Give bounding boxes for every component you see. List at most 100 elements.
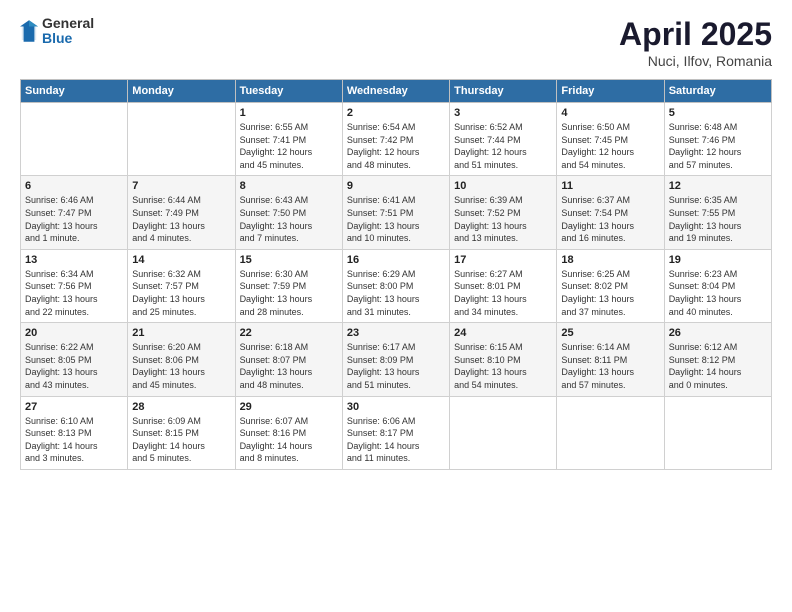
calendar-cell: 4Sunrise: 6:50 AMSunset: 7:45 PMDaylight… xyxy=(557,103,664,176)
day-info: Sunrise: 6:55 AMSunset: 7:41 PMDaylight:… xyxy=(240,121,338,171)
logo-blue-text: Blue xyxy=(42,31,94,46)
col-header-tuesday: Tuesday xyxy=(235,80,342,103)
day-info: Sunrise: 6:25 AMSunset: 8:02 PMDaylight:… xyxy=(561,268,659,318)
calendar-cell: 10 Sunrise: 6:39 AMSunset: 7:52 PMDayligh… xyxy=(450,176,557,249)
day-number: 6 xyxy=(25,180,123,192)
day-number: 23 xyxy=(347,327,445,339)
day-number: 24 xyxy=(454,327,552,339)
calendar-cell: 5 Sunrise: 6:48 AMSunset: 7:46 PMDaylight… xyxy=(664,103,771,176)
calendar-cell: 15 Sunrise: 6:30 AMSunset: 7:59 PMDayligh… xyxy=(235,249,342,322)
day-number: 2 xyxy=(347,107,445,119)
day-number: 3 xyxy=(454,107,552,119)
day-number: 10 xyxy=(454,180,552,192)
day-number: 26 xyxy=(669,327,767,339)
calendar-cell: 6Sunrise: 6:46 AMSunset: 7:47 PMDaylight… xyxy=(21,176,128,249)
day-number: 14 xyxy=(132,254,230,266)
day-number: 28 xyxy=(132,401,230,413)
calendar-cell: 8 Sunrise: 6:43 AMSunset: 7:50 PMDaylight… xyxy=(235,176,342,249)
calendar-cell: 14 Sunrise: 6:32 AMSunset: 7:57 PMDayligh… xyxy=(128,249,235,322)
day-number: 7 xyxy=(132,180,230,192)
calendar-header-row: SundayMondayTuesdayWednesdayThursdayFrid… xyxy=(21,80,772,103)
calendar-cell xyxy=(557,396,664,469)
day-info: Sunrise: 6:09 AMSunset: 8:15 PMDaylight:… xyxy=(132,415,230,465)
calendar-week-1: 1 Sunrise: 6:55 AMSunset: 7:41 PMDaylight… xyxy=(21,103,772,176)
day-info: Sunrise: 6:39 AMSunset: 7:52 PMDaylight:… xyxy=(454,194,552,244)
calendar-week-4: 20 Sunrise: 6:22 AMSunset: 8:05 PMDayligh… xyxy=(21,323,772,396)
day-info: Sunrise: 6:50 AMSunset: 7:45 PMDaylight:… xyxy=(561,121,659,171)
day-info: Sunrise: 6:41 AMSunset: 7:51 PMDaylight:… xyxy=(347,194,445,244)
logo: General Blue xyxy=(20,16,94,47)
calendar-cell: 7 Sunrise: 6:44 AMSunset: 7:49 PMDaylight… xyxy=(128,176,235,249)
calendar-cell: 17Sunrise: 6:27 AMSunset: 8:01 PMDayligh… xyxy=(450,249,557,322)
day-number: 5 xyxy=(669,107,767,119)
day-number: 11 xyxy=(561,180,659,192)
calendar-cell xyxy=(21,103,128,176)
day-number: 22 xyxy=(240,327,338,339)
calendar-cell: 30Sunrise: 6:06 AMSunset: 8:17 PMDayligh… xyxy=(342,396,449,469)
calendar-cell: 22 Sunrise: 6:18 AMSunset: 8:07 PMDayligh… xyxy=(235,323,342,396)
header: General Blue April 2025 Nuci, Ilfov, Rom… xyxy=(20,16,772,69)
page: General Blue April 2025 Nuci, Ilfov, Rom… xyxy=(0,0,792,612)
day-info: Sunrise: 6:22 AMSunset: 8:05 PMDaylight:… xyxy=(25,341,123,391)
day-number: 8 xyxy=(240,180,338,192)
calendar-location: Nuci, Ilfov, Romania xyxy=(619,53,772,69)
day-info: Sunrise: 6:54 AMSunset: 7:42 PMDaylight:… xyxy=(347,121,445,171)
day-info: Sunrise: 6:30 AMSunset: 7:59 PMDaylight:… xyxy=(240,268,338,318)
calendar-cell: 29 Sunrise: 6:07 AMSunset: 8:16 PMDayligh… xyxy=(235,396,342,469)
day-number: 17 xyxy=(454,254,552,266)
day-info: Sunrise: 6:52 AMSunset: 7:44 PMDaylight:… xyxy=(454,121,552,171)
calendar-cell: 9 Sunrise: 6:41 AMSunset: 7:51 PMDaylight… xyxy=(342,176,449,249)
logo-general-text: General xyxy=(42,16,94,31)
calendar-week-2: 6Sunrise: 6:46 AMSunset: 7:47 PMDaylight… xyxy=(21,176,772,249)
day-info: Sunrise: 6:44 AMSunset: 7:49 PMDaylight:… xyxy=(132,194,230,244)
title-block: April 2025 Nuci, Ilfov, Romania xyxy=(619,16,772,69)
calendar-week-5: 27 Sunrise: 6:10 AMSunset: 8:13 PMDayligh… xyxy=(21,396,772,469)
day-info: Sunrise: 6:23 AMSunset: 8:04 PMDaylight:… xyxy=(669,268,767,318)
day-info: Sunrise: 6:34 AMSunset: 7:56 PMDaylight:… xyxy=(25,268,123,318)
day-number: 29 xyxy=(240,401,338,413)
day-info: Sunrise: 6:32 AMSunset: 7:57 PMDaylight:… xyxy=(132,268,230,318)
day-number: 18 xyxy=(561,254,659,266)
calendar-cell xyxy=(450,396,557,469)
calendar-cell: 12 Sunrise: 6:35 AMSunset: 7:55 PMDayligh… xyxy=(664,176,771,249)
calendar-cell: 25 Sunrise: 6:14 AMSunset: 8:11 PMDayligh… xyxy=(557,323,664,396)
calendar-cell: 20 Sunrise: 6:22 AMSunset: 8:05 PMDayligh… xyxy=(21,323,128,396)
calendar-cell: 27 Sunrise: 6:10 AMSunset: 8:13 PMDayligh… xyxy=(21,396,128,469)
day-info: Sunrise: 6:18 AMSunset: 8:07 PMDaylight:… xyxy=(240,341,338,391)
day-number: 13 xyxy=(25,254,123,266)
day-info: Sunrise: 6:07 AMSunset: 8:16 PMDaylight:… xyxy=(240,415,338,465)
day-info: Sunrise: 6:15 AMSunset: 8:10 PMDaylight:… xyxy=(454,341,552,391)
day-info: Sunrise: 6:43 AMSunset: 7:50 PMDaylight:… xyxy=(240,194,338,244)
day-info: Sunrise: 6:35 AMSunset: 7:55 PMDaylight:… xyxy=(669,194,767,244)
day-info: Sunrise: 6:10 AMSunset: 8:13 PMDaylight:… xyxy=(25,415,123,465)
calendar-cell: 13 Sunrise: 6:34 AMSunset: 7:56 PMDayligh… xyxy=(21,249,128,322)
calendar-cell: 2 Sunrise: 6:54 AMSunset: 7:42 PMDaylight… xyxy=(342,103,449,176)
day-info: Sunrise: 6:06 AMSunset: 8:17 PMDaylight:… xyxy=(347,415,445,465)
day-info: Sunrise: 6:37 AMSunset: 7:54 PMDaylight:… xyxy=(561,194,659,244)
calendar-cell: 1 Sunrise: 6:55 AMSunset: 7:41 PMDaylight… xyxy=(235,103,342,176)
day-info: Sunrise: 6:17 AMSunset: 8:09 PMDaylight:… xyxy=(347,341,445,391)
calendar-cell: 11 Sunrise: 6:37 AMSunset: 7:54 PMDayligh… xyxy=(557,176,664,249)
col-header-thursday: Thursday xyxy=(450,80,557,103)
day-number: 12 xyxy=(669,180,767,192)
col-header-wednesday: Wednesday xyxy=(342,80,449,103)
day-number: 27 xyxy=(25,401,123,413)
calendar-cell: 21Sunrise: 6:20 AMSunset: 8:06 PMDayligh… xyxy=(128,323,235,396)
day-info: Sunrise: 6:48 AMSunset: 7:46 PMDaylight:… xyxy=(669,121,767,171)
day-number: 15 xyxy=(240,254,338,266)
calendar-cell xyxy=(128,103,235,176)
calendar-cell: 19Sunrise: 6:23 AMSunset: 8:04 PMDayligh… xyxy=(664,249,771,322)
calendar-cell: 24 Sunrise: 6:15 AMSunset: 8:10 PMDayligh… xyxy=(450,323,557,396)
calendar-cell: 28 Sunrise: 6:09 AMSunset: 8:15 PMDayligh… xyxy=(128,396,235,469)
day-info: Sunrise: 6:29 AMSunset: 8:00 PMDaylight:… xyxy=(347,268,445,318)
day-number: 16 xyxy=(347,254,445,266)
calendar-cell xyxy=(664,396,771,469)
col-header-saturday: Saturday xyxy=(664,80,771,103)
day-info: Sunrise: 6:14 AMSunset: 8:11 PMDaylight:… xyxy=(561,341,659,391)
day-number: 1 xyxy=(240,107,338,119)
calendar-cell: 3 Sunrise: 6:52 AMSunset: 7:44 PMDaylight… xyxy=(450,103,557,176)
day-number: 9 xyxy=(347,180,445,192)
col-header-sunday: Sunday xyxy=(21,80,128,103)
day-number: 20 xyxy=(25,327,123,339)
day-number: 25 xyxy=(561,327,659,339)
